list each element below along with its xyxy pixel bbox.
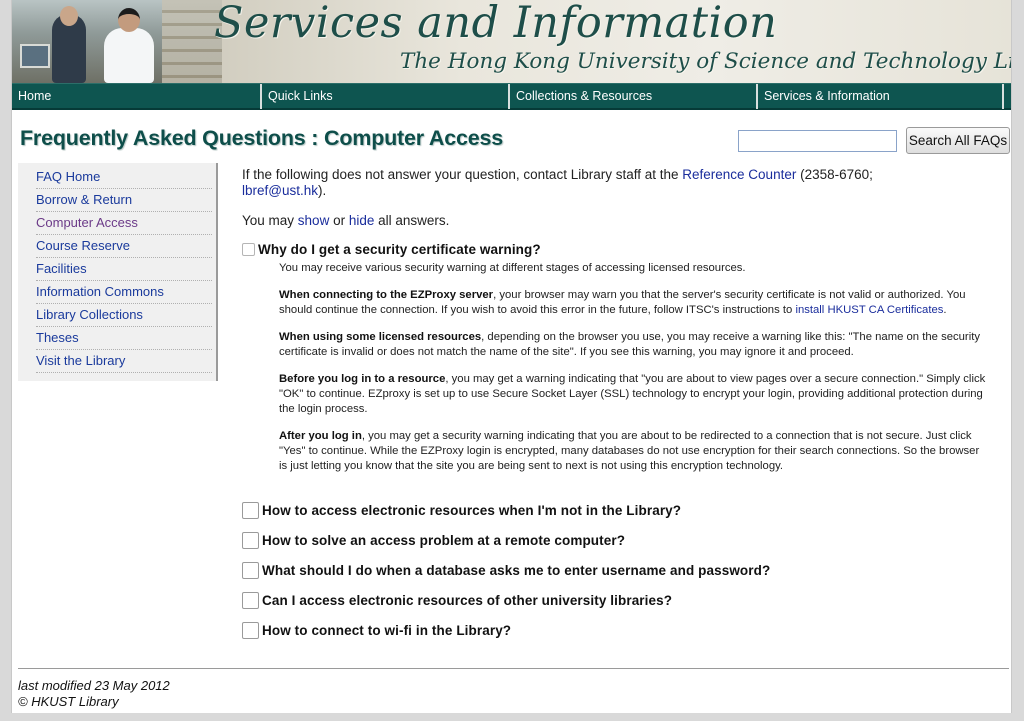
nav-collections-resources[interactable]: Collections & Resources xyxy=(510,84,758,109)
question-text[interactable]: Why do I get a security certificate warn… xyxy=(258,242,541,257)
answer-text: , you may get a security warning indicat… xyxy=(279,430,980,472)
answer-bold: After you log in xyxy=(279,430,362,442)
page-title: Frequently Asked Questions : Computer Ac… xyxy=(20,126,504,150)
banner-subtitle: The Hong Kong University of Science and … xyxy=(400,49,1012,74)
search-all-faqs-button[interactable]: Search All FAQs xyxy=(906,127,1010,154)
answer-paragraph: You may receive various security warning… xyxy=(279,262,746,274)
nav-quick-links[interactable]: Quick Links xyxy=(262,84,510,109)
email-link[interactable]: lbref@ust.hk xyxy=(242,183,318,198)
nav-home[interactable]: Home xyxy=(12,84,262,109)
toggle-suffix: all answers. xyxy=(374,213,450,228)
faq-answer-security-warning: You may receive various security warning… xyxy=(279,261,989,486)
answer-bold: When connecting to the xyxy=(279,289,411,301)
question-checkbox[interactable] xyxy=(242,622,259,639)
question-text[interactable]: What should I do when a database asks me… xyxy=(262,563,770,578)
page: Services and Information The Hong Kong U… xyxy=(11,0,1012,713)
banner-photo xyxy=(12,0,222,83)
sidebar-item-library-collections[interactable]: Library Collections xyxy=(36,304,212,327)
footer: last modified 23 May 2012 © HKUST Librar… xyxy=(18,678,170,710)
install-ca-certificates-link[interactable]: install HKUST CA Certificates xyxy=(795,304,943,316)
banner-title: Services and Information xyxy=(214,0,778,48)
intro-text-start: If the following does not answer your qu… xyxy=(242,167,683,182)
copyright: © HKUST Library xyxy=(18,694,119,709)
faq-search-input[interactable] xyxy=(738,130,897,152)
sidebar-item-course-reserve[interactable]: Course Reserve xyxy=(36,235,212,258)
answer-paragraph: Before you log in to a resource, you may… xyxy=(279,372,989,417)
question-checkbox[interactable] xyxy=(242,562,259,579)
main-nav: Home Quick Links Collections & Resources… xyxy=(12,83,1011,110)
sidebar-item-faq-home[interactable]: FAQ Home xyxy=(36,166,212,189)
question-text[interactable]: Can I access electronic resources of oth… xyxy=(262,593,672,608)
intro-phone: (2358-6760; xyxy=(796,167,873,182)
show-all-link[interactable]: show xyxy=(298,213,330,228)
answer-paragraph: When using some licensed resources, depe… xyxy=(279,330,989,360)
sidebar-item-visit-library[interactable]: Visit the Library xyxy=(36,350,212,373)
footer-divider xyxy=(18,668,1009,669)
question-text[interactable]: How to access electronic resources when … xyxy=(262,503,681,518)
question-checkbox[interactable] xyxy=(242,502,259,519)
intro-text: If the following does not answer your qu… xyxy=(242,167,1002,199)
answer-paragraph: When connecting to the EZProxy server, y… xyxy=(279,288,989,318)
ezproxy-link[interactable]: EZProxy xyxy=(410,289,456,301)
hide-all-link[interactable]: hide xyxy=(349,213,375,228)
show-hide-line: You may show or hide all answers. xyxy=(242,213,449,228)
sidebar-item-facilities[interactable]: Facilities xyxy=(36,258,212,281)
answer-paragraph: After you log in, you may get a security… xyxy=(279,429,989,474)
sidebar: FAQ Home Borrow & Return Computer Access… xyxy=(18,163,218,381)
question-checkbox[interactable] xyxy=(242,592,259,609)
answer-bold: When using some licensed resources xyxy=(279,331,482,343)
answer-bold: Before you log in to a resource xyxy=(279,373,446,385)
answer-bold: server xyxy=(456,289,494,301)
question-text[interactable]: How to solve an access problem at a remo… xyxy=(262,533,625,548)
answer-text: . xyxy=(943,304,947,316)
sidebar-item-borrow-return[interactable]: Borrow & Return xyxy=(36,189,212,212)
sidebar-item-theses[interactable]: Theses xyxy=(36,327,212,350)
question-checkbox[interactable] xyxy=(242,243,255,256)
reference-counter-link[interactable]: Reference Counter xyxy=(682,167,796,182)
toggle-prefix: You may xyxy=(242,213,298,228)
question-text[interactable]: How to connect to wi-fi in the Library? xyxy=(262,623,511,638)
sidebar-item-information-commons[interactable]: Information Commons xyxy=(36,281,212,304)
question-checkbox[interactable] xyxy=(242,532,259,549)
last-modified: last modified 23 May 2012 xyxy=(18,678,170,693)
sidebar-item-computer-access[interactable]: Computer Access xyxy=(36,212,212,235)
intro-text-end: ). xyxy=(317,183,327,198)
nav-services-information[interactable]: Services & Information xyxy=(758,84,1004,109)
banner: Services and Information The Hong Kong U… xyxy=(12,0,1012,83)
toggle-middle: or xyxy=(329,213,349,228)
